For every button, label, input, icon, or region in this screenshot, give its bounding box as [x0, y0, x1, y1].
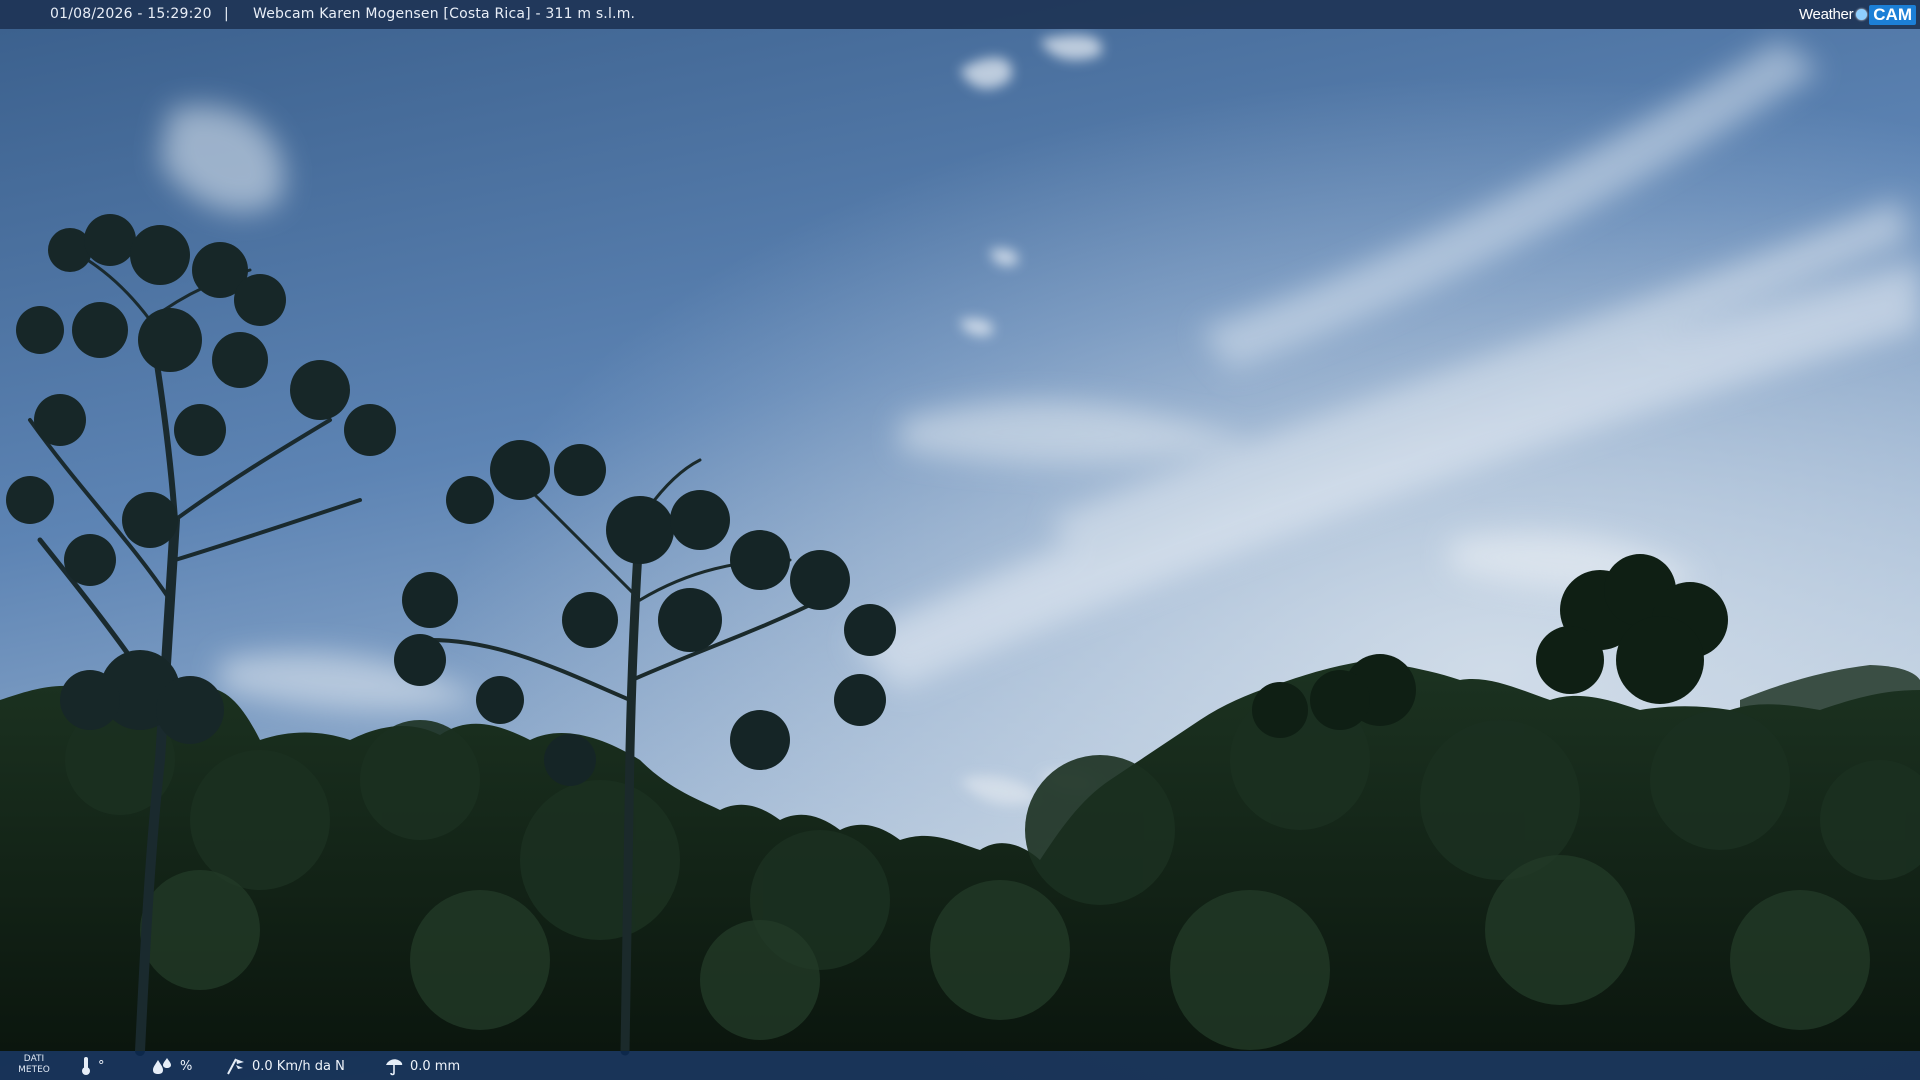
webcam-frame: 01/08/2026 - 15:29:20 | Webcam Karen Mog…	[0, 0, 1920, 1080]
humidity-readout: %	[152, 1056, 192, 1076]
temperature-value: °	[98, 1058, 105, 1074]
webcam-scene	[0, 0, 1920, 1080]
rain-readout: 0.0 mm	[384, 1056, 460, 1076]
weather-data-bar: DATI METEO ° % 0.0 Km/h da N 0.0 mm	[0, 1051, 1920, 1080]
camera-title: Webcam Karen Mogensen [Costa Rica] - 311…	[253, 6, 636, 22]
water-drops-icon	[153, 1058, 171, 1074]
rain-value: 0.0 mm	[410, 1058, 461, 1074]
wind-value: 0.0 Km/h da N	[252, 1058, 345, 1074]
wind-readout: 0.0 Km/h da N	[226, 1056, 345, 1076]
weathercam-logo: Weather CAM	[1799, 2, 1916, 27]
weather-data-label: DATI METEO	[18, 1054, 50, 1075]
separator: |	[224, 6, 229, 22]
rain-gauge-icon	[386, 1059, 403, 1076]
timestamp: 01/08/2026 - 15:29:20	[50, 6, 212, 22]
wind-vane-icon	[227, 1058, 244, 1075]
logo-word: Weather	[1798, 6, 1854, 23]
logo-dot-icon	[1856, 9, 1868, 20]
thermometer-icon	[82, 1057, 90, 1075]
humidity-value: %	[180, 1058, 193, 1074]
logo-cam: CAM	[1869, 4, 1916, 25]
temperature-readout: °	[80, 1056, 105, 1076]
top-info-bar: 01/08/2026 - 15:29:20 | Webcam Karen Mog…	[0, 0, 1920, 29]
